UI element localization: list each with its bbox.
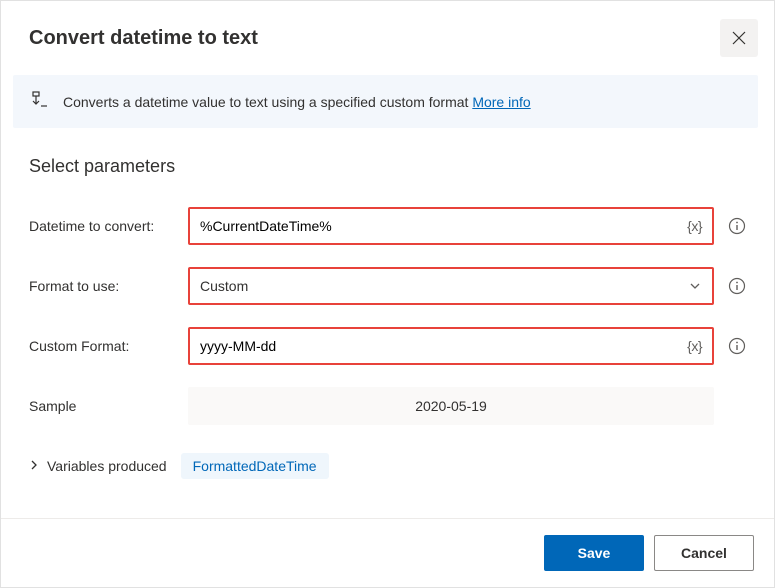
dialog: Convert datetime to text Converts a date… xyxy=(0,0,775,588)
field-label: Format to use: xyxy=(29,278,174,294)
info-icon[interactable] xyxy=(728,217,746,235)
variable-badge[interactable]: FormattedDateTime xyxy=(181,453,329,479)
custom-format-input-field[interactable] xyxy=(200,338,687,354)
field-label: Custom Format: xyxy=(29,338,174,354)
custom-format-input[interactable]: {x} xyxy=(188,327,714,365)
more-info-link[interactable]: More info xyxy=(472,94,530,110)
field-custom-format: Custom Format: {x} xyxy=(29,327,746,365)
action-icon xyxy=(31,91,49,112)
dialog-body: Select parameters Datetime to convert: {… xyxy=(1,128,774,518)
field-datetime-to-convert: Datetime to convert: {x} xyxy=(29,207,746,245)
save-button[interactable]: Save xyxy=(544,535,644,571)
info-icon[interactable] xyxy=(728,277,746,295)
field-label: Datetime to convert: xyxy=(29,218,174,234)
section-title: Select parameters xyxy=(29,156,746,177)
dropdown-value: Custom xyxy=(200,278,248,294)
close-button[interactable] xyxy=(720,19,758,57)
format-dropdown[interactable]: Custom xyxy=(188,267,714,305)
variable-picker-icon[interactable]: {x} xyxy=(687,218,702,234)
variables-produced-row[interactable]: Variables produced FormattedDateTime xyxy=(29,453,746,479)
sample-output: 2020-05-19 xyxy=(188,387,714,425)
cancel-button[interactable]: Cancel xyxy=(654,535,754,571)
variable-picker-icon[interactable]: {x} xyxy=(687,338,702,354)
datetime-input-field[interactable] xyxy=(200,218,687,234)
description-bar: Converts a datetime value to text using … xyxy=(13,75,758,128)
field-format-to-use: Format to use: Custom xyxy=(29,267,746,305)
field-label: Sample xyxy=(29,398,174,414)
chevron-right-icon xyxy=(29,459,39,473)
chevron-down-icon xyxy=(688,279,702,293)
close-icon xyxy=(732,31,746,45)
dialog-footer: Save Cancel xyxy=(1,518,774,587)
dialog-header: Convert datetime to text xyxy=(1,1,774,75)
description-text: Converts a datetime value to text using … xyxy=(63,94,531,110)
datetime-input[interactable]: {x} xyxy=(188,207,714,245)
sample-value: 2020-05-19 xyxy=(415,398,487,414)
info-icon[interactable] xyxy=(728,337,746,355)
field-sample: Sample 2020-05-19 xyxy=(29,387,746,425)
dialog-title: Convert datetime to text xyxy=(29,27,258,50)
variables-produced-label: Variables produced xyxy=(47,458,167,474)
